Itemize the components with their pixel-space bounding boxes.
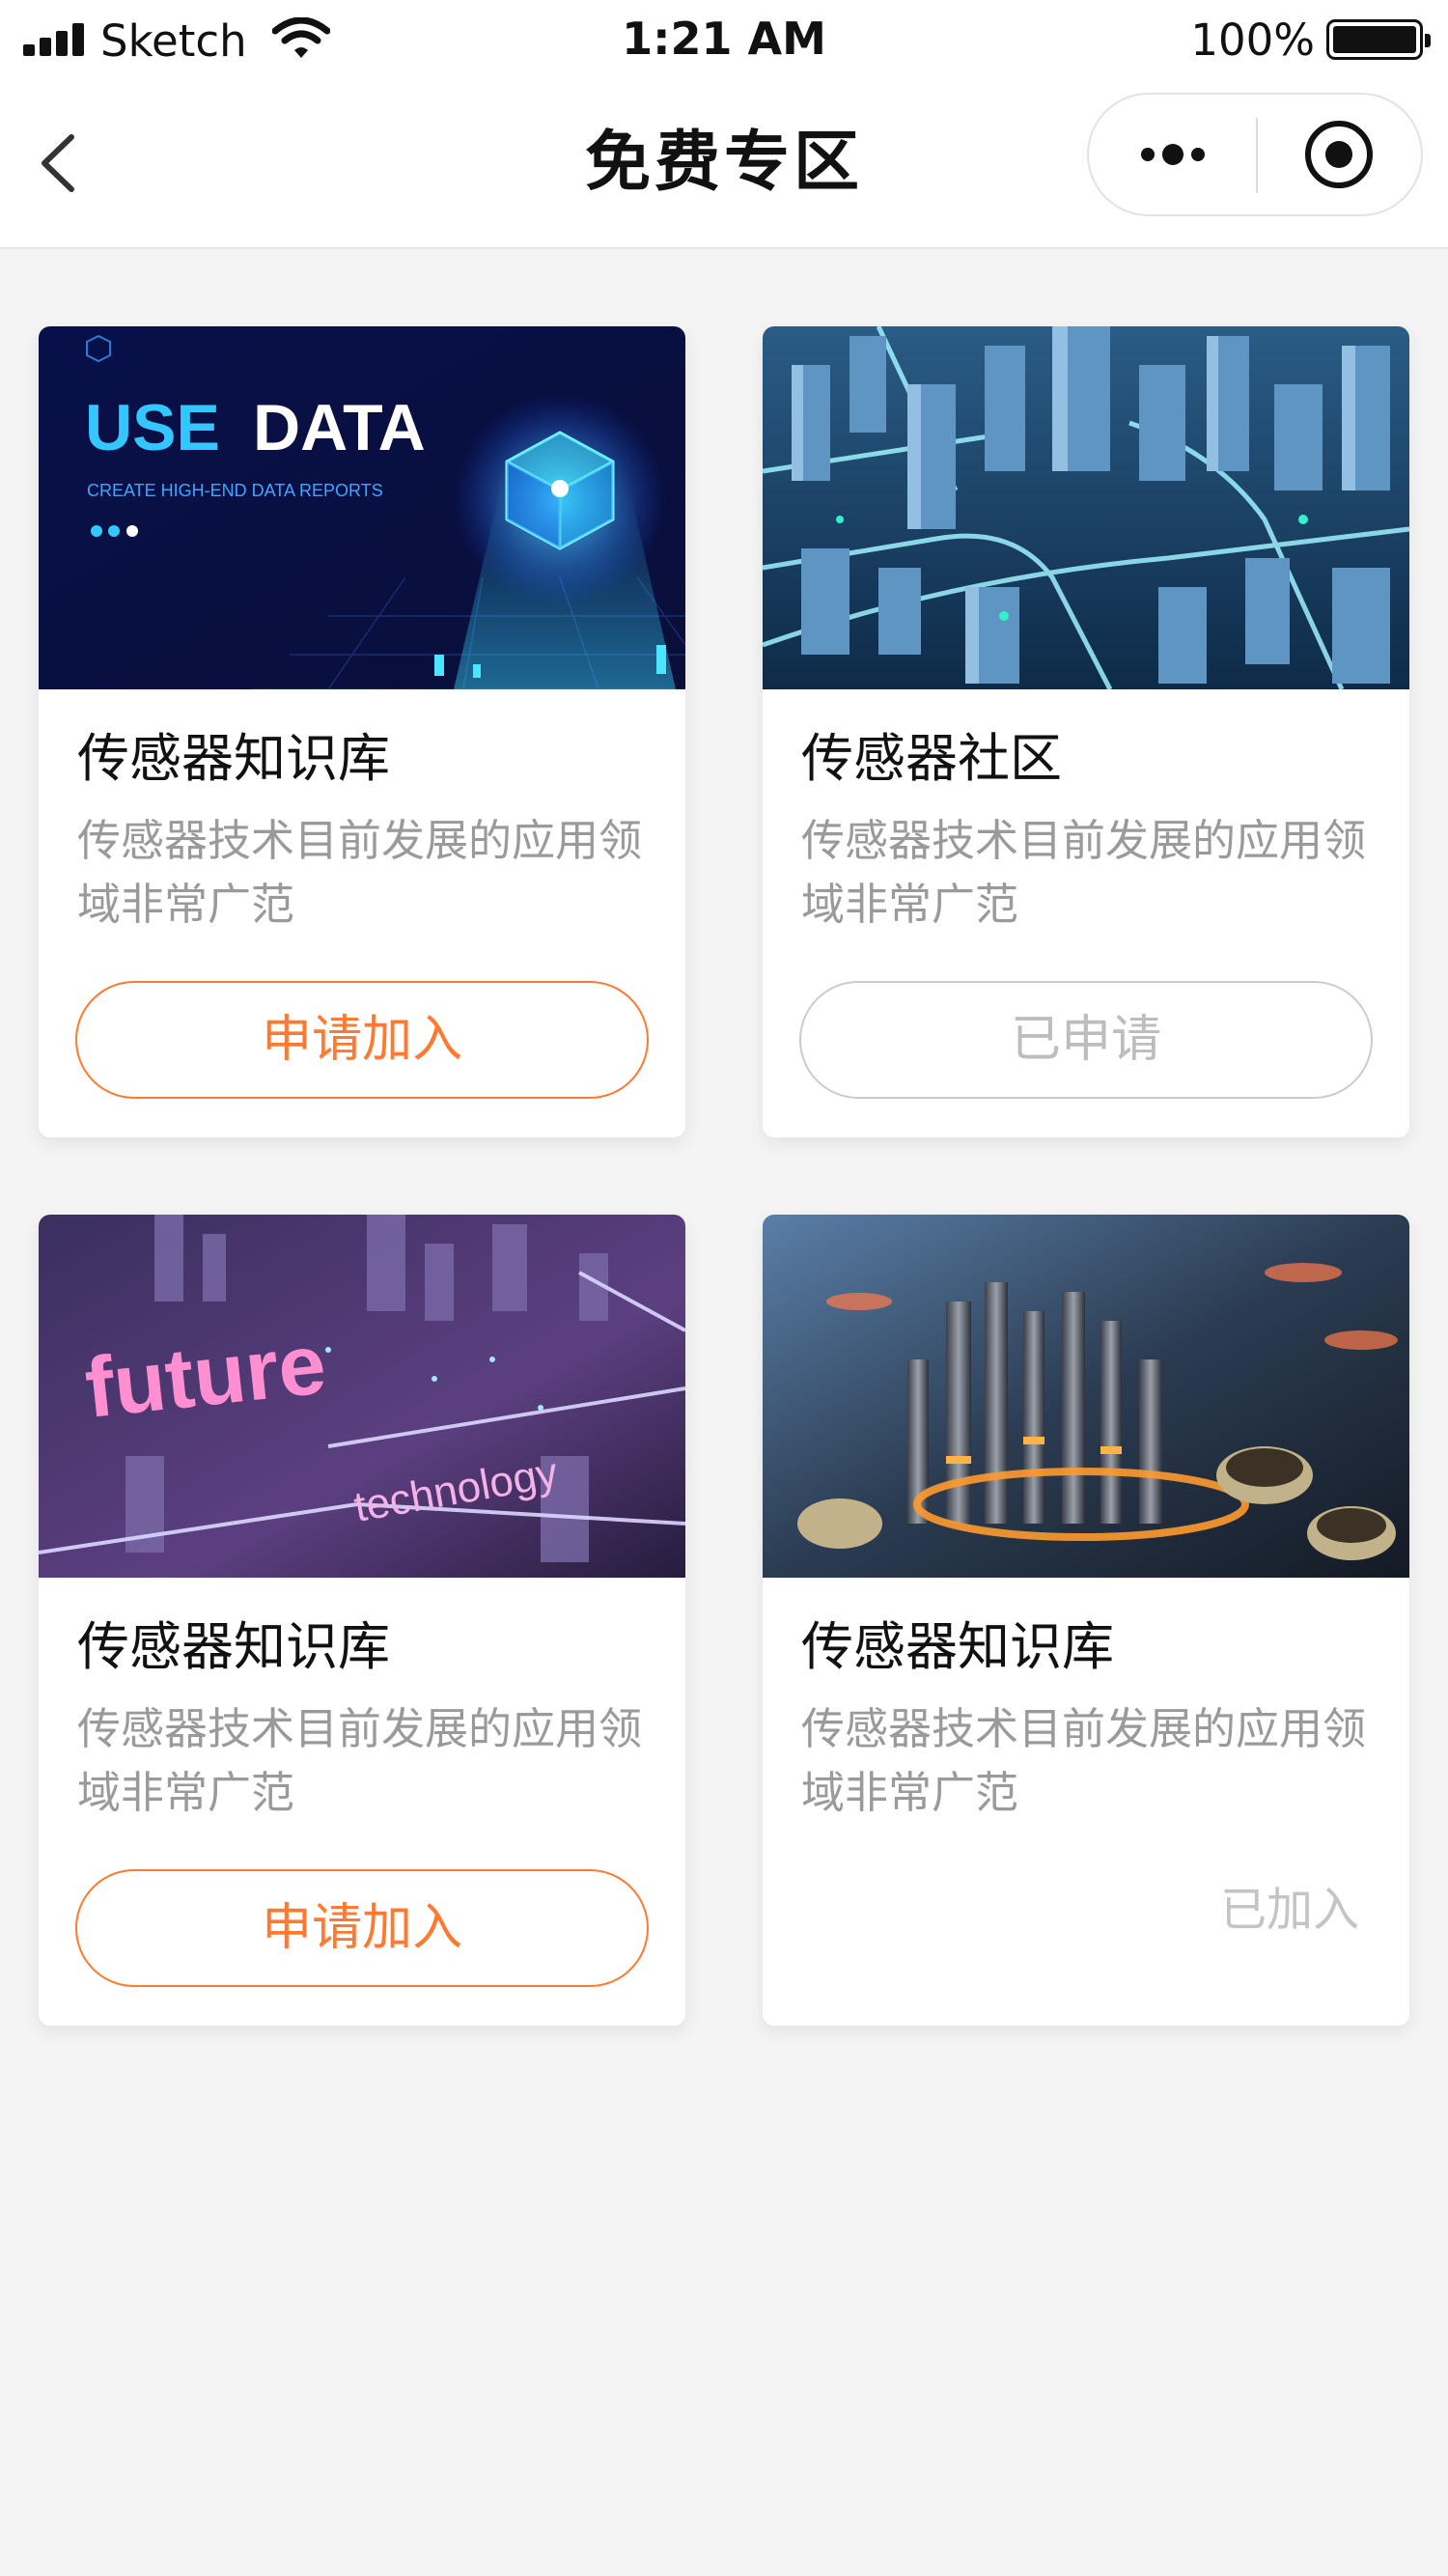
applied-button[interactable]: 已申请 xyxy=(799,981,1373,1099)
card-knowledge-base-3[interactable]: 传感器知识库 传感器技术目前发展的应用领域非常广范 已加入 xyxy=(763,1215,1409,2026)
mini-program-capsule xyxy=(1087,93,1423,216)
status-bar: Sketch 1:21 AM 100% xyxy=(0,0,1448,81)
card-community[interactable]: 传感器社区 传感器技术目前发展的应用领域非常广范 已申请 xyxy=(763,326,1409,1137)
card-description: 传感器技术目前发展的应用领域非常广范 xyxy=(77,1703,643,1818)
card-knowledge-base-2[interactable]: future technology 传感器知识库 传感器技术目前发展的应用领域非… xyxy=(39,1215,685,2026)
card-title: 传感器知识库 xyxy=(77,1616,390,1677)
card-description: 传感器技术目前发展的应用领域非常广范 xyxy=(77,815,643,930)
battery-icon xyxy=(1326,19,1431,60)
more-dots-icon[interactable] xyxy=(1089,95,1257,214)
joined-status-label: 已加入 xyxy=(1219,1883,1359,1937)
blue-city-banner xyxy=(763,326,1409,689)
nav-bar: 免费专区 xyxy=(0,81,1448,249)
circuit-chips-banner xyxy=(763,1215,1409,1578)
card-description: 传感器技术目前发展的应用领域非常广范 xyxy=(801,815,1367,930)
card-title: 传感器知识库 xyxy=(77,728,390,789)
banner-word-use: USE xyxy=(85,391,220,464)
use-data-banner: USE DATA CREATE HIGH-END DATA REPORTS xyxy=(39,326,685,689)
close-target-icon[interactable] xyxy=(1305,121,1373,188)
capsule-divider xyxy=(1256,118,1258,193)
card-knowledge-base-1[interactable]: USE DATA CREATE HIGH-END DATA REPORTS 传感… xyxy=(39,326,685,1137)
apply-join-button[interactable]: 申请加入 xyxy=(75,1869,649,1987)
apply-join-button[interactable]: 申请加入 xyxy=(75,981,649,1099)
card-description: 传感器技术目前发展的应用领域非常广范 xyxy=(801,1703,1367,1818)
card-title: 传感器知识库 xyxy=(801,1616,1114,1677)
battery-percent: 100% xyxy=(1190,14,1315,66)
banner-subtitle: CREATE HIGH-END DATA REPORTS xyxy=(87,481,383,500)
card-title: 传感器社区 xyxy=(801,728,1062,789)
banner-word-data: DATA xyxy=(253,391,426,464)
future-technology-banner: future technology xyxy=(39,1215,685,1578)
battery-fill xyxy=(1333,26,1416,53)
